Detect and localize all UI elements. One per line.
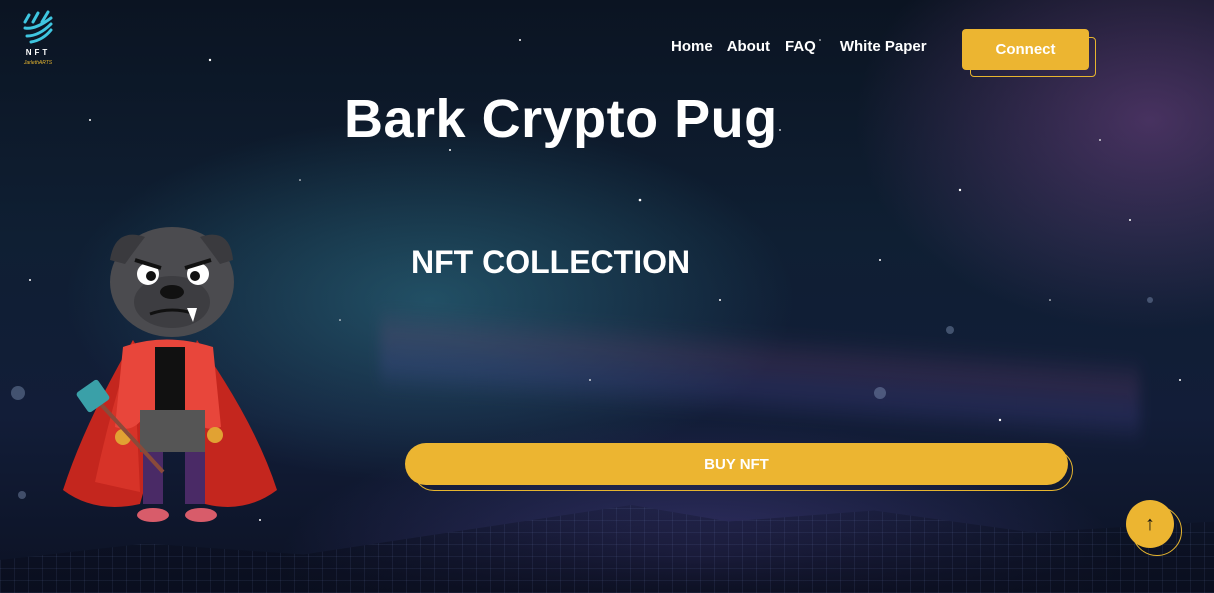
buy-nft-button[interactable]: BUY NFT [405, 443, 1068, 485]
nav-faq-link[interactable]: FAQ [785, 38, 816, 55]
nav-about-link[interactable]: About [727, 38, 770, 55]
nft-logo-icon [23, 10, 53, 44]
arrow-up-icon: ↑ [1145, 512, 1155, 535]
scroll-top-button[interactable]: ↑ [1126, 500, 1174, 548]
logo-text: NFT [25, 48, 51, 57]
pug-character-illustration [63, 227, 277, 522]
hero-subtitle: NFT COLLECTION [411, 244, 691, 280]
connect-button[interactable]: Connect [962, 29, 1089, 70]
logo-subtext: JarlethARTS [23, 60, 53, 66]
scroll-top-button-group: ↑ [1126, 500, 1182, 556]
main-nav: Home About FAQ White Paper [671, 38, 927, 55]
nav-white-paper-link[interactable]: White Paper [840, 38, 927, 55]
nav-home-link[interactable]: Home [671, 38, 713, 55]
site-logo[interactable]: NFT JarlethARTS [18, 10, 58, 66]
nebula-band [380, 303, 1140, 447]
hero-title: Bark Crypto Pug [344, 89, 778, 149]
connect-button-group: Connect [962, 29, 1097, 77]
buy-nft-button-group: BUY NFT [405, 443, 1075, 491]
